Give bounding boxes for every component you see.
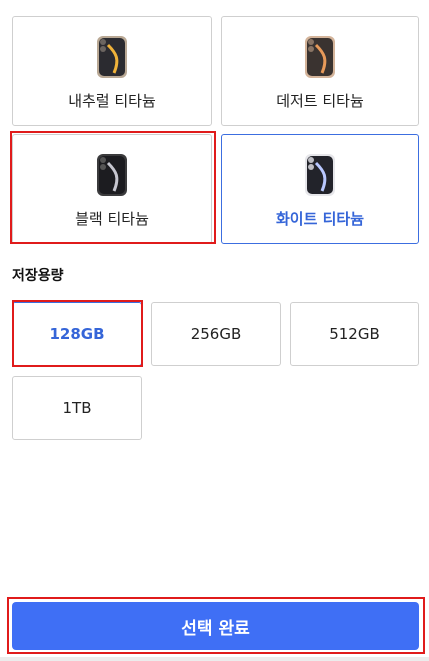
color-option-label: 내추럴 티타늄 — [68, 92, 156, 110]
phone-desert-icon — [305, 36, 335, 78]
bottom-divider — [0, 657, 429, 661]
color-option-black-titanium[interactable]: 블랙 티타늄 — [12, 134, 212, 244]
storage-option-label: 128GB — [49, 325, 105, 343]
color-option-label: 데저트 티타늄 — [276, 92, 364, 110]
storage-option-128gb[interactable]: 128GB — [12, 302, 142, 366]
color-option-desert-titanium[interactable]: 데저트 티타늄 — [221, 16, 419, 126]
storage-section-title: 저장용량 — [12, 268, 64, 284]
confirm-selection-button[interactable]: 선택 완료 — [12, 602, 419, 650]
color-option-white-titanium[interactable]: 화이트 티타늄 — [221, 134, 419, 244]
storage-option-1tb[interactable]: 1TB — [12, 376, 142, 440]
phone-natural-icon — [97, 36, 127, 78]
color-option-label: 화이트 티타늄 — [275, 210, 365, 228]
storage-option-256gb[interactable]: 256GB — [151, 302, 281, 366]
phone-black-icon — [97, 154, 127, 196]
color-option-natural-titanium[interactable]: 내추럴 티타늄 — [12, 16, 212, 126]
storage-option-label: 512GB — [329, 325, 380, 343]
color-option-label: 블랙 티타늄 — [75, 210, 149, 228]
storage-option-512gb[interactable]: 512GB — [290, 302, 419, 366]
storage-option-label: 256GB — [190, 325, 242, 343]
phone-white-icon — [305, 154, 335, 196]
storage-option-label: 1TB — [62, 399, 92, 417]
